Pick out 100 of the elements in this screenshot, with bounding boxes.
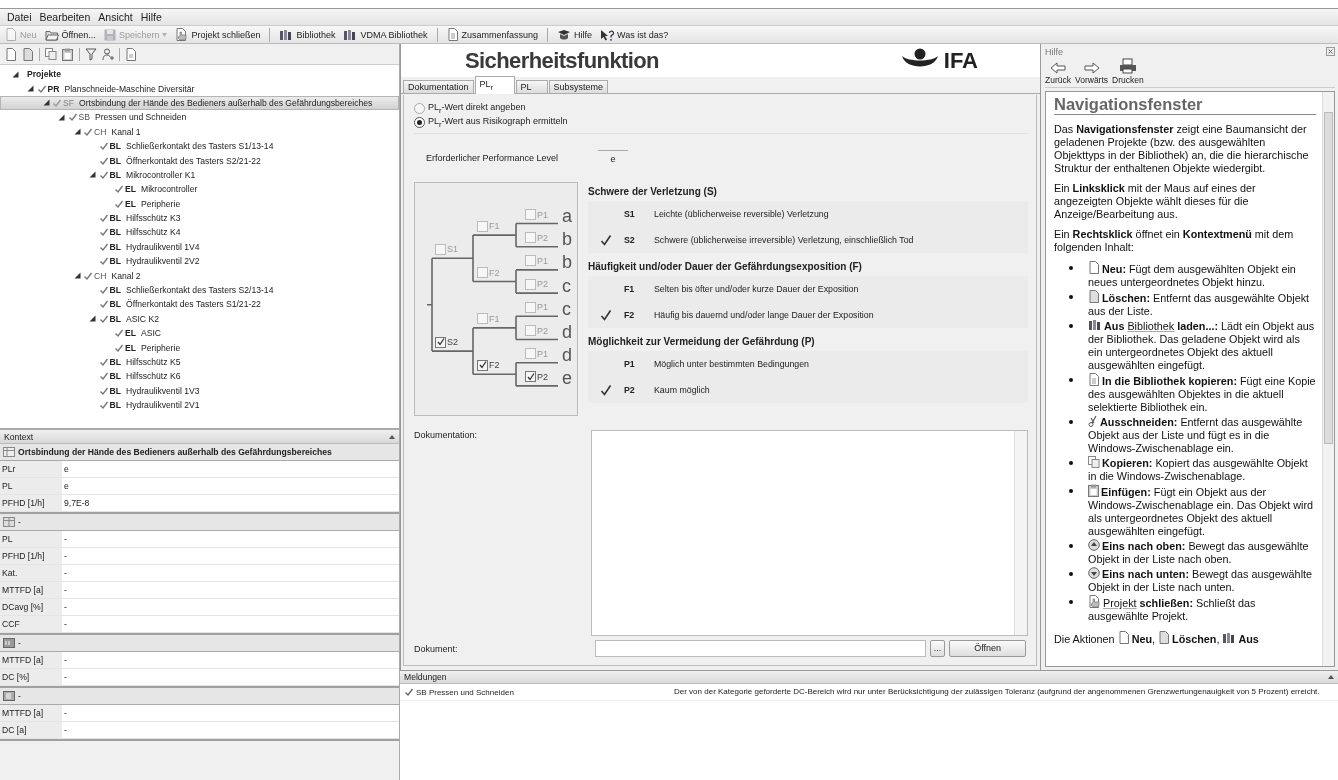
nav-button[interactable]: Drucken [1112, 58, 1144, 85]
tree-item[interactable]: CH Kanal 2 [0, 268, 399, 283]
help-link[interactable]: Bibliothek [1127, 320, 1175, 332]
help-list-item: Eins nach oben: Bewegt das ausgewählte Objekt in der Liste nach oben. [1054, 539, 1316, 566]
tab[interactable]: PL$_{r}$ [474, 76, 515, 94]
funnel-icon[interactable] [85, 47, 97, 61]
folder-icon [44, 28, 59, 41]
documentation-field[interactable] [591, 430, 1028, 636]
menu-item[interactable]: Bearbeiten [35, 11, 95, 23]
tree-item[interactable]: SB Pressen und Schneiden [0, 110, 399, 125]
risk-level-label: b [562, 230, 572, 249]
radio-label[interactable]: PL$_{r}$-Wert direkt angeben [428, 101, 526, 115]
tree-item[interactable]: EL Peripherie [0, 340, 399, 355]
help-list-item: Projekt schließen: Schließt das ausgewählte Projekt. [1054, 595, 1316, 623]
close-icon[interactable] [1326, 47, 1335, 56]
toolbar-button[interactable]: Projekt schließen [172, 27, 264, 42]
property-value: - [62, 722, 399, 739]
check-icon [114, 184, 124, 195]
property-value: - [62, 565, 399, 582]
property-name: MTTFD [a] [0, 705, 62, 722]
checkbox[interactable]: S2 [435, 336, 458, 348]
browse-button[interactable]: ... [929, 640, 946, 657]
tree-item[interactable]: SF Ortsbindung der Hände des Bedieners außerhalb des Gefährdungsbereiches [0, 95, 399, 111]
tree-item[interactable]: BL Hydraulikventil 2V1 [0, 398, 399, 413]
toolbar-button[interactable]: Bibliothek [276, 27, 339, 42]
nav-button[interactable]: Zurück [1045, 62, 1071, 85]
property-name: PFHD [1/h] [0, 495, 62, 512]
clipboard-icon[interactable] [62, 47, 74, 61]
check-icon [114, 342, 124, 353]
check-icon [98, 400, 109, 411]
scrollbar[interactable] [1322, 92, 1334, 666]
help-link[interactable]: Projekt [1103, 597, 1137, 609]
toolbar-button[interactable]: Was ist das? [597, 27, 672, 42]
option-text: Schwere (üblicherweise irreversible) Verletzung, einschließlich Tod [654, 235, 915, 245]
document-icon[interactable] [22, 47, 34, 61]
page-title: Sicherheitsfunktion [465, 47, 659, 74]
property-value: - [62, 652, 399, 669]
tree-item[interactable]: CH Kanal 1 [0, 124, 399, 139]
check-icon [83, 126, 93, 137]
tree-item[interactable]: EL Mikrocontroller [0, 182, 399, 197]
checkbox[interactable]: P2 [525, 371, 548, 383]
document-icon[interactable] [5, 47, 17, 61]
person-plus-icon[interactable] [102, 47, 114, 61]
menu-item[interactable]: Datei [3, 11, 36, 23]
copy-icon[interactable] [45, 47, 57, 61]
copy-icon [1088, 456, 1100, 468]
expander-icon[interactable] [73, 272, 81, 280]
tree-item[interactable]: BL Hilfsschütz K3 [0, 210, 399, 226]
tree-item[interactable]: BL Hilfsschütz K4 [0, 225, 399, 240]
tree-item[interactable]: BL ASIC K2 [0, 311, 399, 327]
help-list-item: Aus Bibliothek laden...: Lädt ein Objekt aus der Bibliothek. Das geladene Objekt wird als ein untergeordnetes Objekt des aktuell ausgewählten eingefügt. [1054, 319, 1316, 372]
tree-item[interactable]: BL Hilfsschütz K5 [0, 354, 399, 370]
tree-item[interactable]: BL Hydraulikventil 2V2 [0, 254, 399, 269]
radio-button[interactable] [414, 102, 425, 114]
tree-item[interactable]: PR Planschneide-Maschine Diversitär [0, 81, 399, 96]
tree-item[interactable]: Projekte [0, 67, 399, 82]
caret-icon[interactable] [1328, 675, 1334, 679]
tab[interactable]: Dokumentation [403, 80, 474, 93]
document-field[interactable] [595, 640, 926, 657]
tree-item[interactable]: BL Hydraulikventil 1V3 [0, 383, 399, 398]
document-icon [1117, 631, 1130, 644]
toolbar-button[interactable]: Zusammenfassung [443, 27, 542, 42]
checkbox[interactable]: F2 [477, 359, 500, 371]
expander-icon[interactable] [89, 171, 96, 179]
toolbar-button[interactable]: VDMA Bibliothek [340, 27, 431, 42]
option-text: Kaum möglich [654, 385, 711, 395]
open-button[interactable]: Öffnen [949, 640, 1026, 657]
menu-item[interactable]: Ansicht [94, 11, 137, 23]
tree-item[interactable]: BL Hilfsschütz K6 [0, 369, 399, 384]
panel-title: Meldungen [404, 672, 447, 682]
nav-button[interactable]: Vorwärts [1075, 62, 1109, 85]
risk-level-label: c [562, 299, 571, 318]
document-icon[interactable] [125, 47, 137, 61]
radio-label[interactable]: PL$_{r}$-Wert aus Risikograph ermitteln [428, 115, 568, 129]
toolbar-button[interactable]: Öffnen... [41, 27, 99, 42]
tree-item[interactable]: BL Hydraulikventil 1V4 [0, 239, 399, 255]
tree-item[interactable]: BL Öffnerkontakt des Tasters S1/21-22 [0, 297, 399, 312]
tab[interactable]: Subsysteme [548, 80, 609, 93]
document-icon [1088, 261, 1100, 274]
property-name: MTTFD [a] [0, 582, 62, 599]
expander-icon[interactable] [89, 315, 96, 323]
option-code: P2 [624, 385, 636, 395]
menu-item[interactable]: Hilfe [136, 11, 166, 23]
tree-item[interactable]: BL Schließerkontakt des Tasters S2/13-14 [0, 282, 399, 298]
tree-item[interactable]: BL Öffnerkontakt des Tasters S2/21-22 [0, 153, 399, 168]
tab[interactable]: PL [515, 80, 548, 93]
tree-item[interactable]: BL Schließerkontakt des Tasters S1/13-14 [0, 138, 399, 154]
section-title: - [18, 691, 21, 701]
caret-icon[interactable] [389, 434, 395, 439]
section-title: - [18, 517, 21, 527]
check-icon [98, 241, 109, 252]
section-heading: Möglichkeit zur Vermeidung der Gefährdung (P) [588, 335, 816, 349]
document-icon [1088, 290, 1100, 303]
radio-button[interactable] [414, 116, 425, 128]
tree-item[interactable]: EL Peripherie [0, 196, 399, 211]
tree-item[interactable]: BL Mikrocontroller K1 [0, 167, 399, 183]
block-icon [3, 638, 15, 648]
tree-item[interactable]: EL ASIC [0, 326, 399, 341]
toolbar-button[interactable]: Hilfe [554, 27, 596, 42]
check-icon [98, 169, 109, 180]
